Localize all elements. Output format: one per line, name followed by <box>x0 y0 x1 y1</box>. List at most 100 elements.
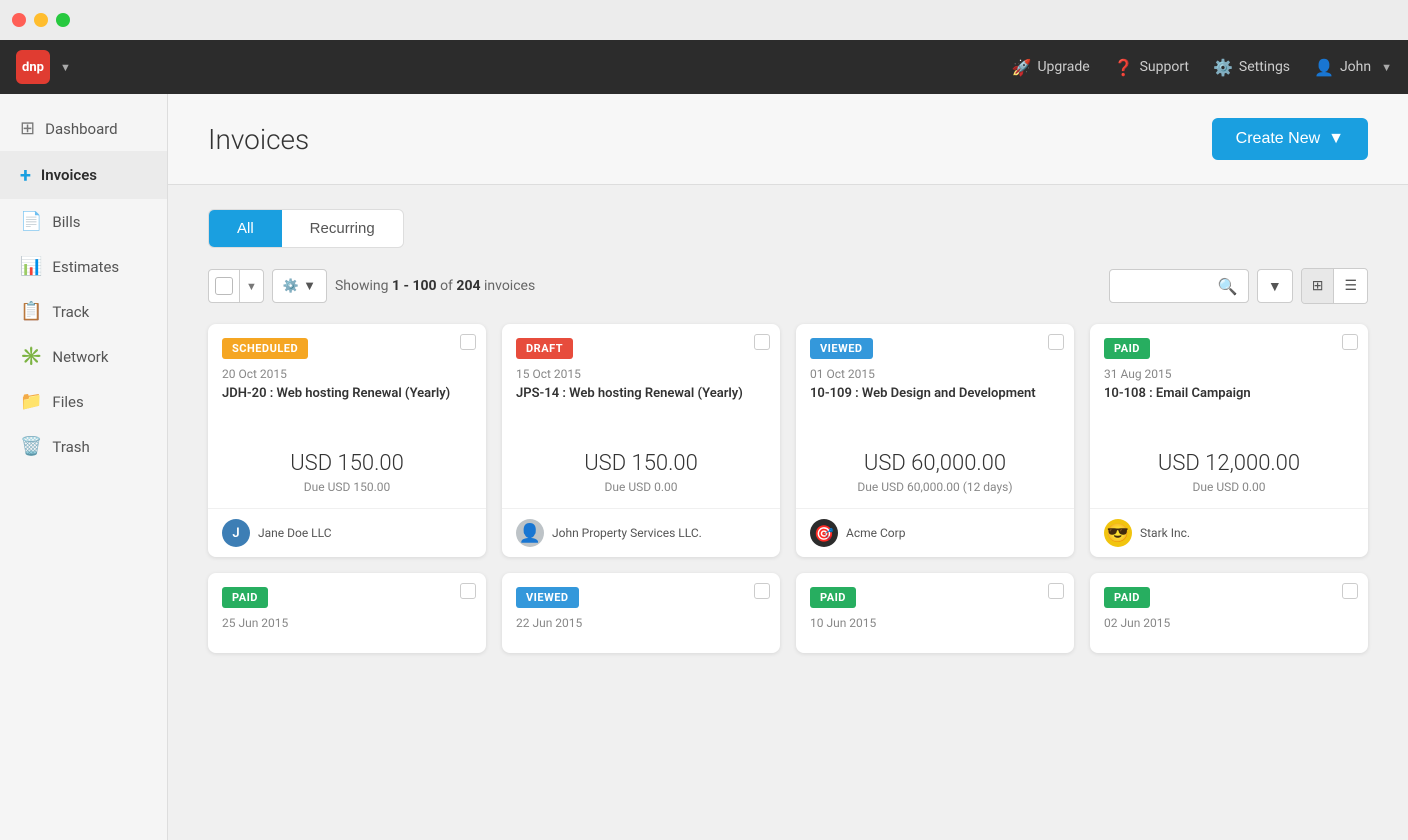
card-body: 10 Jun 2015 <box>796 608 1074 648</box>
sidebar-item-dashboard[interactable]: ⊞ Dashboard <box>0 106 167 151</box>
card-title: JPS-14 : Web hosting Renewal (Yearly) <box>516 385 766 421</box>
card-checkbox[interactable] <box>754 583 770 599</box>
page-title: Invoices <box>208 123 309 156</box>
search-input[interactable] <box>1120 279 1218 294</box>
support-button[interactable]: ❓ Support <box>1114 58 1189 77</box>
card-amount: USD 60,000.00 <box>796 435 1074 480</box>
bulk-actions-caret: ▼ <box>303 278 316 294</box>
user-dropdown-icon: ▼ <box>1381 61 1392 74</box>
card-date: 25 Jun 2015 <box>222 616 472 630</box>
sidebar-item-label: Trash <box>52 438 89 456</box>
sidebar-item-estimates[interactable]: 📊 Estimates <box>0 244 167 289</box>
card-date: 31 Aug 2015 <box>1104 367 1354 381</box>
invoice-grid: SCHEDULED 20 Oct 2015 JDH-20 : Web hosti… <box>208 324 1368 557</box>
tab-group: All Recurring <box>208 209 404 248</box>
invoice-card: PAID 02 Jun 2015 <box>1090 573 1368 653</box>
invoice-card: SCHEDULED 20 Oct 2015 JDH-20 : Web hosti… <box>208 324 486 557</box>
minimize-button[interactable] <box>34 13 48 27</box>
filter-icon: ▼ <box>1268 278 1282 295</box>
amount-due: Due USD 0.00 <box>1090 480 1368 494</box>
select-all-dropdown[interactable]: ▼ <box>208 269 264 303</box>
card-title: 10-109 : Web Design and Development <box>810 385 1060 421</box>
select-all-caret[interactable]: ▼ <box>239 270 263 302</box>
sidebar-item-bills[interactable]: 📄 Bills <box>0 199 167 244</box>
grid-view-button[interactable]: ⊞ <box>1302 269 1335 303</box>
status-badge: PAID <box>810 587 856 608</box>
support-label: Support <box>1140 59 1189 75</box>
sidebar-item-invoices[interactable]: + Invoices <box>0 151 167 199</box>
card-checkbox[interactable] <box>1342 583 1358 599</box>
estimates-icon: 📊 <box>20 256 42 277</box>
user-menu[interactable]: 👤 John ▼ <box>1314 58 1392 77</box>
card-checkbox[interactable] <box>1048 583 1064 599</box>
bulk-actions-button[interactable]: ⚙️ ▼ <box>272 269 327 303</box>
settings-icon: ⚙️ <box>1213 58 1233 77</box>
logo-dropdown-icon: ▼ <box>60 61 71 74</box>
upgrade-button[interactable]: 🚀 Upgrade <box>1012 58 1090 77</box>
sidebar-item-trash[interactable]: 🗑️ Trash <box>0 424 167 469</box>
gear-icon: ⚙️ <box>283 279 299 294</box>
invoice-card: VIEWED 01 Oct 2015 10-109 : Web Design a… <box>796 324 1074 557</box>
user-label: John <box>1340 59 1371 75</box>
dashboard-icon: ⊞ <box>20 118 35 139</box>
showing-text: Showing 1 - 100 of 204 invoices <box>335 278 535 294</box>
sidebar-item-track[interactable]: 📋 Track <box>0 289 167 334</box>
toolbar-right: 🔍 ▼ ⊞ ☰ <box>1109 268 1368 304</box>
track-icon: 📋 <box>20 301 42 322</box>
trash-icon: 🗑️ <box>20 436 42 457</box>
amount-due: Due USD 0.00 <box>502 480 780 494</box>
card-footer: J Jane Doe LLC <box>208 508 486 557</box>
client-name: Stark Inc. <box>1140 526 1190 540</box>
card-date: 15 Oct 2015 <box>516 367 766 381</box>
support-icon: ❓ <box>1114 58 1134 77</box>
maximize-button[interactable] <box>56 13 70 27</box>
settings-button[interactable]: ⚙️ Settings <box>1213 58 1290 77</box>
filter-button[interactable]: ▼ <box>1257 269 1293 303</box>
sidebar-item-label: Dashboard <box>45 120 118 138</box>
sidebar-item-files[interactable]: 📁 Files <box>0 379 167 424</box>
network-icon: ✳️ <box>20 346 42 367</box>
status-badge: DRAFT <box>516 338 573 359</box>
topnav: dnp ▼ 🚀 Upgrade ❓ Support ⚙️ Settings 👤 … <box>0 40 1408 94</box>
avatar: 😎 <box>1104 519 1132 547</box>
invoice-card: VIEWED 22 Jun 2015 <box>502 573 780 653</box>
select-all-checkbox[interactable] <box>215 277 233 295</box>
upgrade-icon: 🚀 <box>1012 58 1032 77</box>
amount-value: USD 150.00 <box>502 451 780 476</box>
toolbar-left: ▼ ⚙️ ▼ Showing 1 - 100 of 204 invoices <box>208 269 1101 303</box>
sidebar-item-network[interactable]: ✳️ Network <box>0 334 167 379</box>
logo: dnp <box>16 50 50 84</box>
sidebar-item-label: Track <box>52 303 89 321</box>
upgrade-label: Upgrade <box>1037 59 1089 75</box>
client-name: Acme Corp <box>846 526 905 540</box>
main-content: Invoices Create New ▼ All Recurring ▼ <box>168 94 1408 840</box>
card-checkbox[interactable] <box>1048 334 1064 350</box>
close-button[interactable] <box>12 13 26 27</box>
card-checkbox[interactable] <box>1342 334 1358 350</box>
card-body: 31 Aug 2015 10-108 : Email Campaign <box>1090 359 1368 435</box>
toolbar: ▼ ⚙️ ▼ Showing 1 - 100 of 204 invoices 🔍 <box>208 268 1368 304</box>
card-checkbox[interactable] <box>754 334 770 350</box>
avatar: 🎯 <box>810 519 838 547</box>
card-checkbox[interactable] <box>460 334 476 350</box>
tab-all[interactable]: All <box>209 210 282 247</box>
invoice-card: PAID 10 Jun 2015 <box>796 573 1074 653</box>
search-icon: 🔍 <box>1218 277 1238 296</box>
titlebar <box>0 0 1408 40</box>
status-badge: VIEWED <box>810 338 873 359</box>
create-new-button[interactable]: Create New ▼ <box>1212 118 1368 160</box>
search-box[interactable]: 🔍 <box>1109 269 1249 303</box>
topnav-logo-area[interactable]: dnp ▼ <box>16 50 71 84</box>
sidebar-item-label: Estimates <box>52 258 119 276</box>
card-checkbox[interactable] <box>460 583 476 599</box>
invoice-card: PAID 31 Aug 2015 10-108 : Email Campaign… <box>1090 324 1368 557</box>
card-body: 22 Jun 2015 <box>502 608 780 648</box>
card-date: 20 Oct 2015 <box>222 367 472 381</box>
create-new-label: Create New <box>1236 130 1320 148</box>
card-body: 20 Oct 2015 JDH-20 : Web hosting Renewal… <box>208 359 486 435</box>
list-view-button[interactable]: ☰ <box>1334 269 1367 303</box>
tab-recurring[interactable]: Recurring <box>282 210 403 247</box>
client-name: John Property Services LLC. <box>552 526 702 540</box>
grid-icon: ⊞ <box>1312 278 1324 294</box>
card-amount: USD 150.00 <box>502 435 780 480</box>
